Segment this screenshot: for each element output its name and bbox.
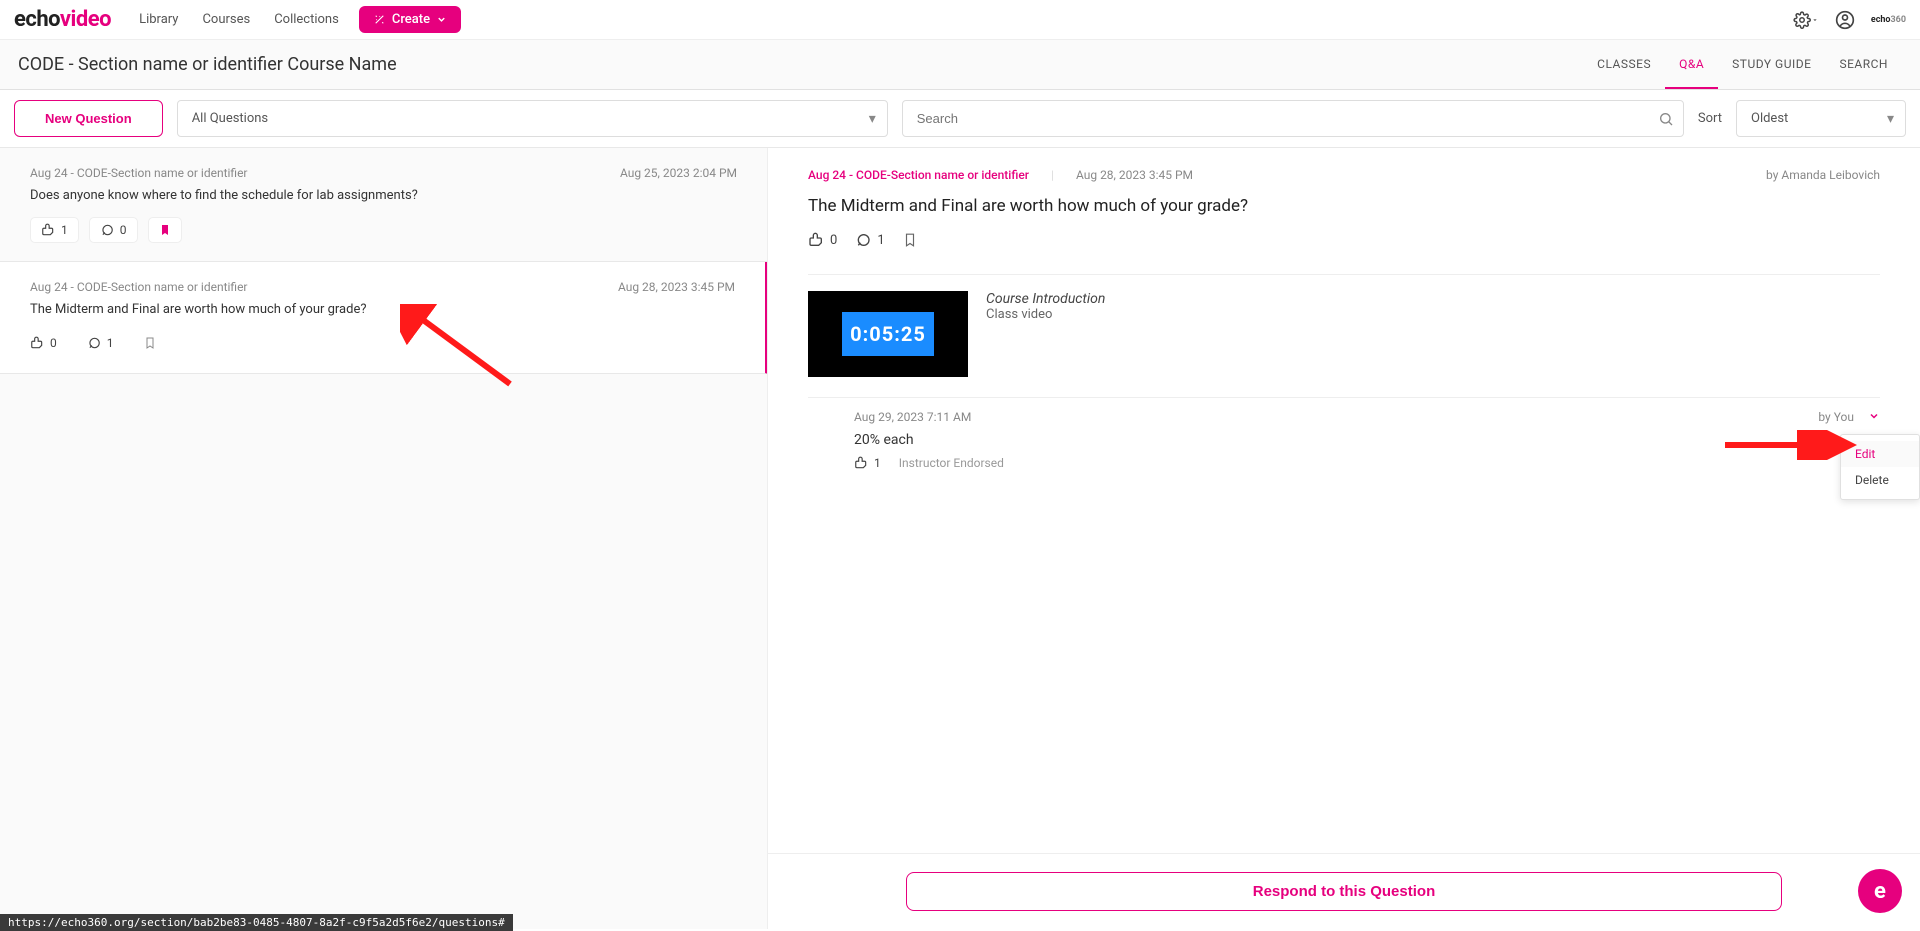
response-author: by You [1818,410,1854,424]
like-button[interactable]: 0 [808,232,837,248]
like-button[interactable]: 0 [30,331,67,355]
bookmark-button[interactable] [903,232,917,248]
tab-classes[interactable]: CLASSES [1583,41,1665,88]
comment-button[interactable]: 1 [77,331,124,355]
sort-label: Sort [1698,111,1722,126]
question-item[interactable]: Aug 24 - CODE-Section name or identifier… [0,148,767,262]
question-date: Aug 25, 2023 2:04 PM [620,166,737,180]
comment-button[interactable]: 0 [89,217,138,243]
respond-button[interactable]: Respond to this Question [906,872,1782,911]
question-text: The Midterm and Final are worth how much… [30,302,735,317]
question-source: Aug 24 - CODE-Section name or identifier [30,280,248,294]
detail-source[interactable]: Aug 24 - CODE-Section name or identifier [808,168,1029,182]
bookmark-outline-icon [144,336,156,350]
profile-icon[interactable] [1835,10,1855,30]
bookmark-filled-icon [159,223,171,237]
bookmark-button[interactable] [134,331,166,355]
search-input[interactable] [902,100,1684,137]
settings-icon[interactable] [1793,11,1819,29]
nav-courses[interactable]: Courses [202,12,250,27]
search-icon [1658,111,1674,127]
new-question-button[interactable]: New Question [14,100,163,137]
bookmark-button[interactable] [148,217,182,243]
logo-video: video [60,7,111,32]
logo[interactable]: echovideo [14,7,111,32]
question-source: Aug 24 - CODE-Section name or identifier [30,166,248,180]
video-thumbnail[interactable]: 0:05:25 [808,291,968,377]
tab-search[interactable]: SEARCH [1825,41,1902,88]
create-button[interactable]: Create [359,6,461,33]
nav-collections[interactable]: Collections [274,12,339,27]
response-date: Aug 29, 2023 7:11 AM [828,410,971,424]
like-button[interactable]: 1 [854,456,881,470]
create-label: Create [392,12,430,27]
response-menu-toggle[interactable] [1868,410,1880,424]
media-title: Course Introduction [986,291,1105,307]
video-timestamp: 0:05:25 [850,322,926,346]
like-button[interactable]: 1 [30,217,79,243]
question-text: Does anyone know where to find the sched… [30,188,737,203]
detail-date: Aug 28, 2023 3:45 PM [1076,168,1193,182]
detail-title: The Midterm and Final are worth how much… [808,196,1880,216]
status-bar-url: https://echo360.org/section/bab2be83-048… [0,914,513,931]
question-date: Aug 28, 2023 3:45 PM [618,280,735,294]
endorsed-label: Instructor Endorsed [899,456,1004,470]
menu-edit[interactable]: Edit [1841,441,1919,467]
response-menu: Edit Delete [1840,434,1920,500]
question-item[interactable]: Aug 24 - CODE-Section name or identifier… [0,262,768,374]
menu-delete[interactable]: Delete [1841,467,1919,493]
response-text: 20% each [828,432,1880,448]
media-subtitle: Class video [986,307,1105,322]
comment-button[interactable]: 1 [855,232,884,248]
filter-select[interactable]: All Questions [177,100,888,137]
nav-library[interactable]: Library [139,12,178,27]
sort-select[interactable]: Oldest [1736,100,1906,137]
detail-author: by Amanda Leibovich [1766,168,1880,182]
chevron-down-icon [436,14,447,25]
wand-icon [373,13,386,26]
tab-qa[interactable]: Q&A [1665,41,1718,89]
tab-study[interactable]: STUDY GUIDE [1718,41,1825,88]
course-title: CODE - Section name or identifier Course… [18,54,397,75]
help-float-button[interactable]: e [1858,869,1902,913]
mini-logo[interactable]: echo360 [1871,15,1906,25]
logo-echo: echo [14,7,60,32]
